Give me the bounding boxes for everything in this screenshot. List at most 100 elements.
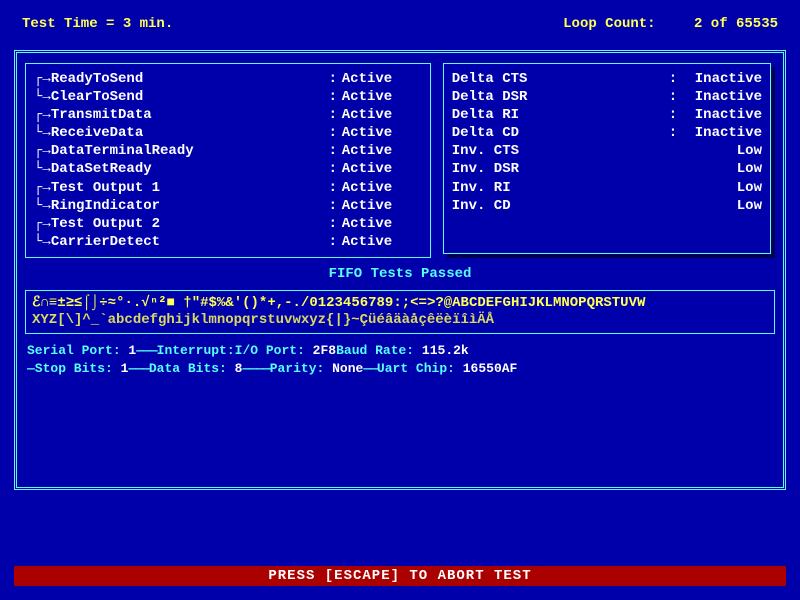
signal-row: ┌→Test Output 2:Active bbox=[34, 215, 422, 233]
config-label: Baud Rate: bbox=[336, 343, 414, 358]
link-arrow-icon: └→ bbox=[34, 197, 51, 215]
signal-name: Test Output 2 bbox=[51, 215, 324, 233]
signal-value: Active bbox=[342, 179, 422, 197]
config-divider: ——— bbox=[136, 343, 156, 358]
signal-row: Inv. CD Low bbox=[452, 197, 762, 215]
config-row-2: —Stop Bits: 1———Data Bits: 8————Parity: … bbox=[27, 360, 773, 378]
signal-name: Delta CD bbox=[452, 124, 664, 142]
signal-name: Inv. CD bbox=[452, 197, 664, 215]
separator: : bbox=[324, 179, 342, 197]
signal-value: Active bbox=[342, 215, 422, 233]
signal-row: └→ClearToSend:Active bbox=[34, 88, 422, 106]
signal-row: └→DataSetReady:Active bbox=[34, 160, 422, 178]
config-pair: —Stop Bits: 1——— bbox=[27, 360, 149, 378]
signal-value: Active bbox=[342, 160, 422, 178]
signal-value: Active bbox=[342, 106, 422, 124]
signal-name: Test Output 1 bbox=[51, 179, 324, 197]
signal-name: TransmitData bbox=[51, 106, 324, 124]
signal-value: Low bbox=[682, 142, 762, 160]
signal-name: Delta CTS bbox=[452, 70, 664, 88]
signal-row: Delta DSR:Inactive bbox=[452, 88, 762, 106]
config-summary: Serial Port: 1———Interrupt: I/O Port: 2F… bbox=[23, 334, 777, 380]
link-arrow-icon: └→ bbox=[34, 233, 51, 251]
ascii-stream-panel: ℰ∩≡±≥≤⌠⌡÷≈°·.√ⁿ²■ †"#$%&'()*+,-./0123456… bbox=[25, 290, 775, 334]
signal-name: Inv. CTS bbox=[452, 142, 664, 160]
separator: : bbox=[664, 124, 682, 142]
signal-value: Active bbox=[342, 70, 422, 88]
separator: : bbox=[324, 160, 342, 178]
main-panel: ┌→ReadyToSend:Active└→ClearToSend:Active… bbox=[14, 50, 786, 490]
signal-value: Active bbox=[342, 197, 422, 215]
config-label: —Stop Bits: bbox=[27, 361, 113, 376]
signal-value: Inactive bbox=[682, 106, 762, 124]
config-label: I/O Port: bbox=[235, 343, 305, 358]
ascii-line-1: ℰ∩≡±≥≤⌠⌡÷≈°·.√ⁿ²■ †"#$%&'()*+,-./0123456… bbox=[32, 295, 768, 312]
signal-name: DataTerminalReady bbox=[51, 142, 324, 160]
signal-row: ┌→ReadyToSend:Active bbox=[34, 70, 422, 88]
config-value: 1 bbox=[113, 361, 129, 376]
signal-value: Inactive bbox=[682, 88, 762, 106]
signal-name: Inv. DSR bbox=[452, 160, 664, 178]
delta-inv-panel: Delta CTS:InactiveDelta DSR:InactiveDelt… bbox=[443, 63, 771, 254]
signal-row: Delta RI:Inactive bbox=[452, 106, 762, 124]
separator: : bbox=[324, 233, 342, 251]
separator: : bbox=[324, 215, 342, 233]
config-divider: ———— bbox=[242, 361, 269, 376]
signal-value: Active bbox=[342, 124, 422, 142]
config-pair: Data Bits: 8———— bbox=[149, 360, 270, 378]
signal-row: └→ReceiveData:Active bbox=[34, 124, 422, 142]
config-value: None bbox=[324, 361, 363, 376]
config-row-1: Serial Port: 1———Interrupt: I/O Port: 2F… bbox=[27, 342, 773, 360]
signal-row: Delta CTS:Inactive bbox=[452, 70, 762, 88]
signal-value: Low bbox=[682, 197, 762, 215]
config-label: Serial Port: bbox=[27, 343, 121, 358]
config-value: 115.2k bbox=[414, 343, 469, 358]
separator: : bbox=[324, 106, 342, 124]
signal-row: ┌→DataTerminalReady:Active bbox=[34, 142, 422, 160]
signal-name: Inv. RI bbox=[452, 179, 664, 197]
ascii-line-2: XYZ[\]^_`abcdefghijklmnopqrstuvwxyz{|}~Ç… bbox=[32, 312, 768, 329]
config-label: Parity: bbox=[270, 361, 325, 376]
config-pair: I/O Port: 2F8 bbox=[235, 342, 336, 360]
separator: : bbox=[324, 142, 342, 160]
link-arrow-icon: ┌→ bbox=[34, 106, 51, 124]
signal-name: Delta DSR bbox=[452, 88, 664, 106]
signal-value: Active bbox=[342, 88, 422, 106]
signal-row: ┌→Test Output 1:Active bbox=[34, 179, 422, 197]
link-arrow-icon: └→ bbox=[34, 160, 51, 178]
link-arrow-icon: └→ bbox=[34, 88, 51, 106]
signal-row: Inv. CTS Low bbox=[452, 142, 762, 160]
header-bar: Test Time = 3 min. Loop Count: 2 of 6553… bbox=[14, 10, 786, 44]
signal-row: └→CarrierDetect:Active bbox=[34, 233, 422, 251]
signal-row: └→RingIndicator:Active bbox=[34, 197, 422, 215]
link-arrow-icon: ┌→ bbox=[34, 70, 51, 88]
separator: : bbox=[324, 70, 342, 88]
config-label: Interrupt: bbox=[157, 343, 235, 358]
link-arrow-icon: ┌→ bbox=[34, 142, 51, 160]
config-value: 1 bbox=[121, 343, 137, 358]
config-value: 8 bbox=[227, 361, 243, 376]
signal-name: ClearToSend bbox=[51, 88, 324, 106]
link-arrow-icon: ┌→ bbox=[34, 179, 51, 197]
link-arrow-icon: └→ bbox=[34, 124, 51, 142]
separator bbox=[664, 160, 682, 178]
separator bbox=[664, 179, 682, 197]
separator: : bbox=[324, 197, 342, 215]
loop-count-value: 2 of 65535 bbox=[694, 16, 778, 32]
link-arrow-icon: ┌→ bbox=[34, 215, 51, 233]
signal-row: Inv. RILow bbox=[452, 179, 762, 197]
test-time-label: Test Time = 3 min. bbox=[22, 16, 400, 32]
config-value: 16550AF bbox=[455, 361, 517, 376]
config-label: Uart Chip: bbox=[377, 361, 455, 376]
config-pair: Serial Port: 1——— bbox=[27, 342, 157, 360]
signal-name: DataSetReady bbox=[51, 160, 324, 178]
config-pair: Uart Chip: 16550AF bbox=[377, 360, 517, 378]
signal-value: Inactive bbox=[682, 124, 762, 142]
signal-row: Inv. DSRLow bbox=[452, 160, 762, 178]
signal-name: ReceiveData bbox=[51, 124, 324, 142]
config-pair: Baud Rate: 115.2k bbox=[336, 342, 469, 360]
config-divider: ——— bbox=[128, 361, 148, 376]
config-value: 2F8 bbox=[305, 343, 336, 358]
signal-row: ┌→TransmitData:Active bbox=[34, 106, 422, 124]
separator bbox=[664, 197, 682, 215]
